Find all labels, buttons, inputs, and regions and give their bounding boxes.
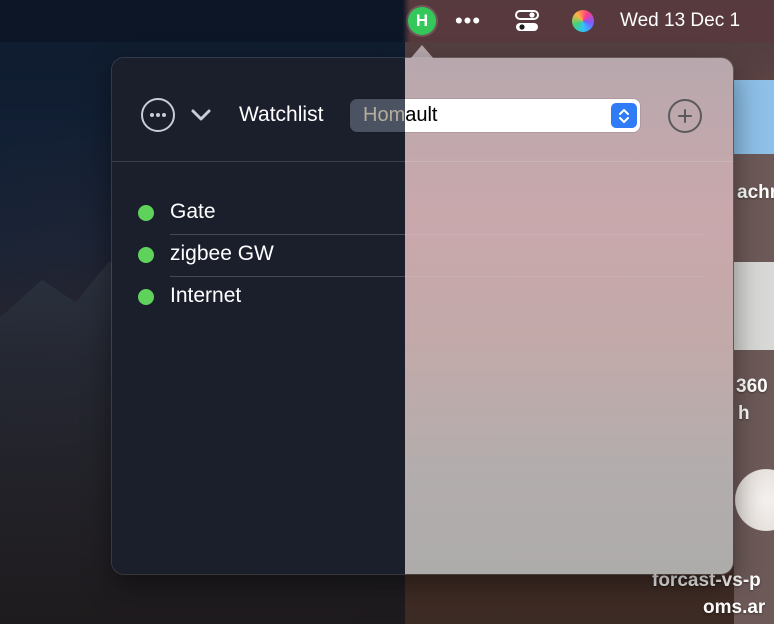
watchlist-select-value: Homault <box>363 104 438 126</box>
popover-toolbar: Watchlist Homault <box>112 58 733 161</box>
status-dot-icon <box>138 247 154 263</box>
select-arrows-icon[interactable] <box>611 103 637 128</box>
watchlist-label: Watchlist <box>239 103 324 126</box>
list-item[interactable]: Internet <box>112 277 733 319</box>
background-text: h <box>738 403 750 424</box>
menu-bar: H ••• Wed 13 Dec 1 <box>0 0 774 42</box>
more-options-button[interactable] <box>141 98 175 132</box>
siri-icon[interactable] <box>570 0 596 42</box>
ellipsis-icon <box>150 113 166 117</box>
background-window-bar <box>734 80 774 154</box>
chevron-down-icon[interactable] <box>188 102 214 128</box>
background-window-logo <box>734 440 774 560</box>
list-item-label: zigbee GW <box>170 242 274 265</box>
status-dot-icon <box>138 289 154 305</box>
control-center-icon[interactable] <box>513 0 541 42</box>
background-text: oms.ar <box>703 597 766 618</box>
menu-bar-clock[interactable]: Wed 13 Dec 1 <box>620 0 774 42</box>
list-item-label: Gate <box>170 200 216 223</box>
more-menu-icon[interactable]: ••• <box>452 0 484 42</box>
list-item[interactable]: Gate <box>112 193 733 235</box>
background-window[interactable] <box>734 80 774 624</box>
background-text: achr <box>737 182 774 203</box>
plus-icon <box>678 109 692 123</box>
watchlist-popover: Watchlist Homault Gate zigbee GW Interne… <box>112 58 733 574</box>
list-item[interactable]: zigbee GW <box>112 235 733 277</box>
watchlist-items: Gate zigbee GW Internet <box>112 193 733 319</box>
list-item-label: Internet <box>170 284 242 307</box>
add-button[interactable] <box>668 99 702 133</box>
watchlist-select[interactable]: Homault <box>350 99 640 132</box>
app-menu-icon[interactable]: H <box>408 7 436 35</box>
status-dot-icon <box>138 205 154 221</box>
background-window-thumbnail <box>734 262 774 350</box>
toolbar-divider <box>112 161 733 162</box>
background-text: 360 <box>736 376 768 397</box>
